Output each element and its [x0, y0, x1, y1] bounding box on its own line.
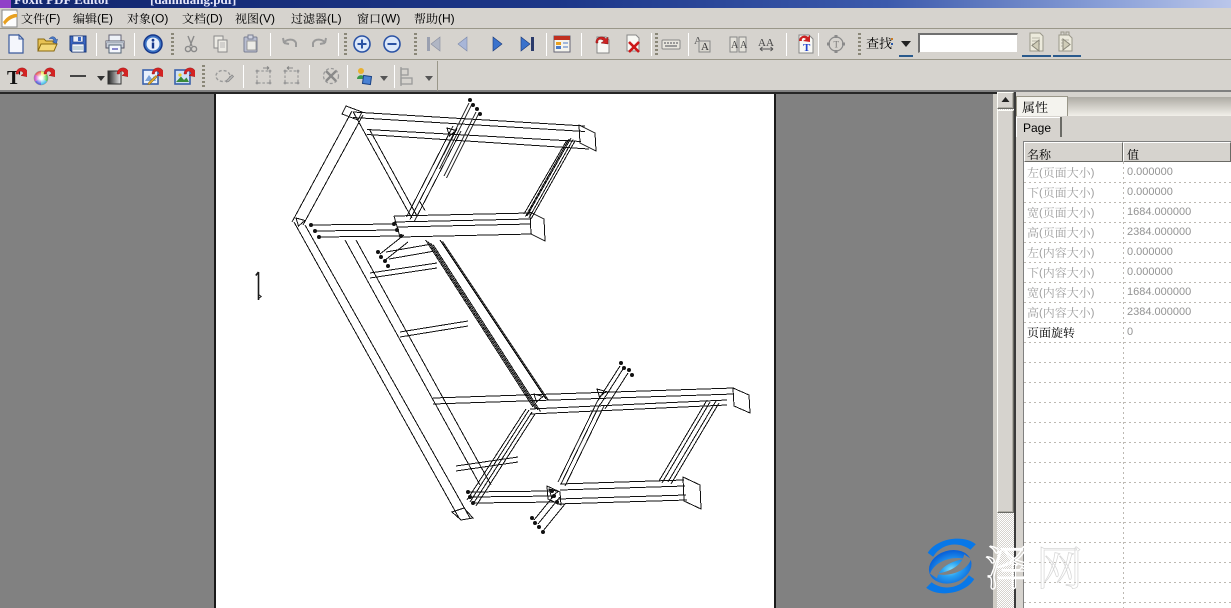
svg-text:A: A	[731, 40, 739, 51]
svg-text:(: (	[1039, 247, 1043, 259]
svg-text:(E): (E)	[97, 12, 113, 26]
svg-text:T: T	[834, 40, 840, 50]
svg-text:): )	[1091, 187, 1095, 199]
svg-text:): )	[1091, 307, 1095, 319]
svg-text:(D): (D)	[206, 12, 223, 26]
svg-text:T: T	[803, 42, 811, 54]
svg-text:(: (	[1039, 287, 1043, 299]
svg-text:): )	[1091, 227, 1095, 239]
svg-text:(W): (W)	[381, 12, 400, 26]
svg-text:(V): (V)	[259, 12, 275, 26]
svg-text:(: (	[1039, 207, 1043, 219]
svg-text:(: (	[1039, 267, 1043, 279]
svg-text:): )	[1091, 267, 1095, 279]
svg-text:(L): (L)	[327, 12, 342, 26]
svg-text:): )	[1091, 207, 1095, 219]
svg-text:AA: AA	[758, 37, 774, 49]
svg-text:(: (	[1039, 187, 1043, 199]
svg-text:(: (	[1039, 307, 1043, 319]
svg-text:(: (	[1039, 227, 1043, 239]
svg-text:(H): (H)	[438, 12, 455, 26]
svg-text:(F): (F)	[45, 12, 60, 26]
svg-text:A: A	[740, 40, 748, 51]
svg-text:(: (	[1039, 167, 1043, 179]
svg-text:): )	[1091, 287, 1095, 299]
svg-text:): )	[1091, 247, 1095, 259]
svg-text:A: A	[701, 41, 709, 53]
svg-text:(O): (O)	[151, 12, 168, 26]
svg-text:): )	[1091, 167, 1095, 179]
